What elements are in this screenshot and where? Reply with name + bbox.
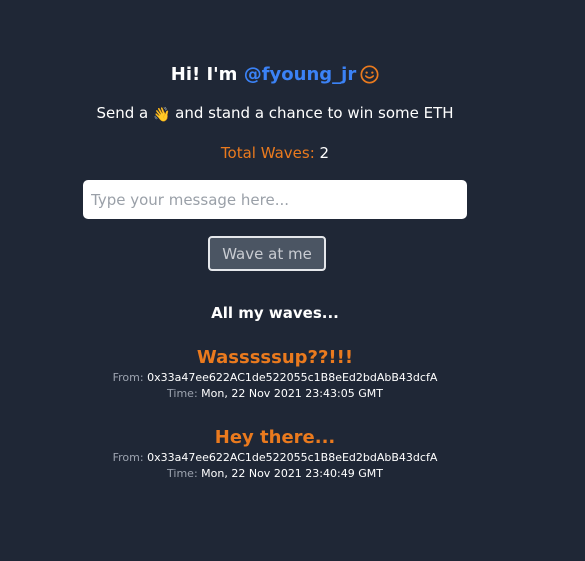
wave-from: From: 0x33a47ee622AC1de522055c1B8eEd2bdA… xyxy=(0,450,550,466)
wave-from: From: 0x33a47ee622AC1de522055c1B8eEd2bdA… xyxy=(0,370,550,386)
wave-at-me-button[interactable]: Wave at me xyxy=(208,236,326,271)
greeting-text: Hi! I'm xyxy=(170,64,244,85)
wave-time-label: Time: xyxy=(167,467,198,480)
total-waves: Total Waves: 2 xyxy=(0,142,550,164)
wave-from-address: 0x33a47ee622AC1de522055c1B8eEd2bdAbB43dc… xyxy=(147,371,438,384)
subtitle-before: Send a xyxy=(96,104,153,122)
subtitle-after: and stand a chance to win some ETH xyxy=(170,104,454,122)
wave-list-item: Hey there... From: 0x33a47ee622AC1de5220… xyxy=(0,426,550,482)
wave-time-value: Mon, 22 Nov 2021 23:43:05 GMT xyxy=(201,387,383,400)
wave-list-item: Wasssssup??!!! From: 0x33a47ee622AC1de52… xyxy=(0,346,550,402)
total-waves-count: 2 xyxy=(319,144,330,162)
wave-time-value: Mon, 22 Nov 2021 23:40:49 GMT xyxy=(201,467,383,480)
wave-from-label: From: xyxy=(112,451,144,464)
message-input[interactable] xyxy=(83,180,467,219)
wave-time: Time: Mon, 22 Nov 2021 23:43:05 GMT xyxy=(0,386,550,402)
page-header: Hi! I'm @fyoung_jr xyxy=(0,62,550,88)
twitter-handle: @fyoung_jr xyxy=(243,64,357,85)
wave-time-label: Time: xyxy=(167,387,198,400)
wave-time: Time: Mon, 22 Nov 2021 23:40:49 GMT xyxy=(0,466,550,482)
wave-message: Hey there... xyxy=(214,427,336,448)
total-waves-label: Total Waves: xyxy=(220,144,315,162)
waving-hand-icon: 👋 xyxy=(152,107,171,123)
page: Hi! I'm @fyoung_jr Send a 👋 and stand a … xyxy=(0,0,585,561)
all-waves-heading: All my waves... xyxy=(211,304,339,322)
wave-from-label: From: xyxy=(112,371,144,384)
wave-message: Wasssssup??!!! xyxy=(196,347,354,368)
wave-from-address: 0x33a47ee622AC1de522055c1B8eEd2bdAbB43dc… xyxy=(147,451,438,464)
smiling-face-icon xyxy=(360,65,379,84)
subtitle: Send a 👋 and stand a chance to win some … xyxy=(0,102,550,126)
